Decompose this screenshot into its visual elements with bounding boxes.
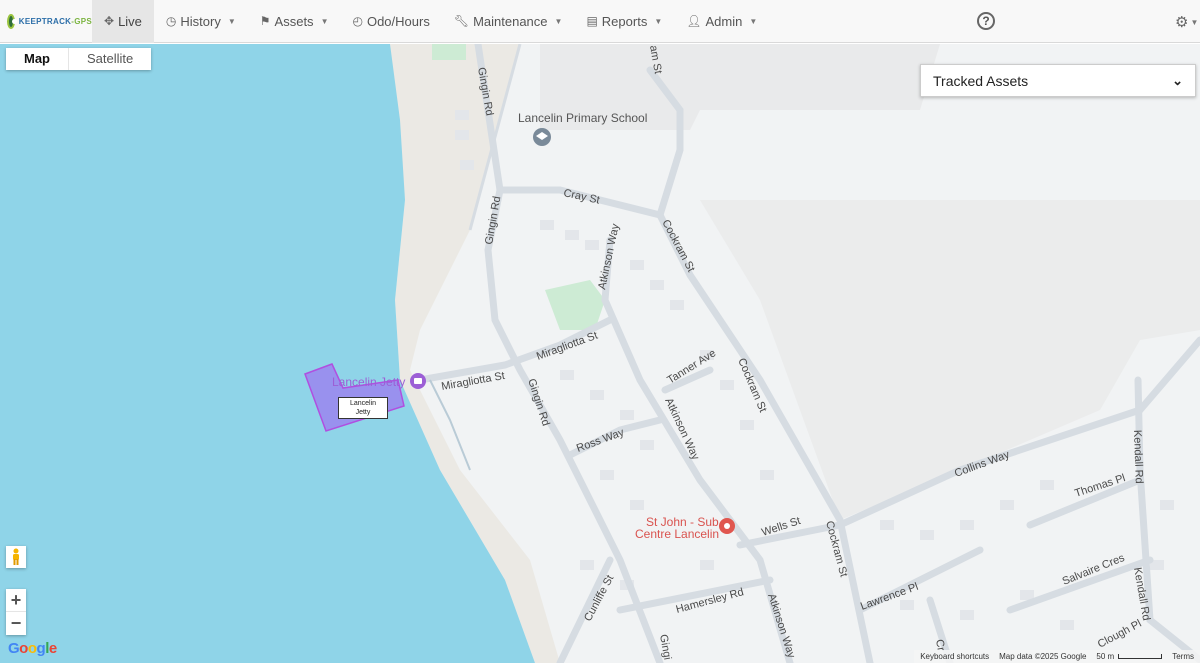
label-gingin-rd-2: Gingin Rd — [483, 195, 503, 245]
nav-live-label: Live — [118, 13, 142, 29]
label-lancelin-jetty-poi: Lancelin Jetty — [332, 375, 405, 389]
label-school: Lancelin Primary School — [518, 111, 647, 125]
label-gingin-rd-3: Gingin Rd — [525, 377, 552, 427]
map-type-satellite-button[interactable]: Satellite — [69, 48, 151, 70]
brand-name: KEEPTRACK — [18, 16, 72, 26]
park — [432, 44, 466, 60]
flag-icon: ⚑ — [259, 14, 271, 28]
caret-down-icon: ▼ — [554, 16, 563, 26]
geofence-label-line2: Jetty — [355, 409, 371, 416]
label-atkinson-way-1: Atkinson Way — [596, 222, 622, 290]
nav-reports[interactable]: ▤ Reports ▼ — [574, 0, 674, 43]
geofence-label[interactable]: Lancelin Jetty — [338, 397, 388, 419]
caret-down-icon: ▼ — [227, 16, 236, 26]
chevron-down-icon: ⌄ — [1172, 72, 1183, 88]
nav-assets-label: Assets — [274, 13, 314, 29]
caret-down-icon: ▼ — [654, 16, 663, 26]
terms-link[interactable]: Terms — [1172, 652, 1194, 661]
label-cray-st: Cray St — [562, 187, 600, 206]
move-arrows-icon: ✥ — [104, 14, 115, 28]
label-atkinson-way-3: Atkinson Way — [765, 592, 797, 660]
clock-icon: ◷ — [165, 14, 177, 28]
gear-icon: ⚙ — [1175, 14, 1189, 31]
label-kendall-rd-1: Kendall Rd — [1131, 430, 1145, 484]
nav-assets[interactable]: ⚑ Assets ▼ — [248, 0, 341, 43]
nav-odo-label: Odo/Hours — [366, 13, 430, 29]
caret-down-icon: ▼ — [320, 16, 329, 26]
nav-maintenance-label: Maintenance — [473, 13, 548, 29]
help-icon[interactable]: ? — [977, 12, 995, 30]
scale-bar — [1118, 654, 1163, 660]
report-icon: ▤ — [586, 14, 598, 28]
map-layer: Lancelin Primary School Cray St Gingin R… — [0, 44, 1200, 663]
zoom-out-button[interactable]: − — [6, 612, 26, 635]
top-navbar: KEEPTRACK-GPS ✥ Live ◷ History ▼ ⚑ Asset… — [0, 0, 1200, 43]
caret-down-icon: ▼ — [1190, 17, 1199, 27]
tracked-assets-label: Tracked Assets — [933, 72, 1029, 89]
brand-logo[interactable]: KEEPTRACK-GPS — [0, 0, 92, 43]
label-ross-way: Ross Way — [575, 426, 626, 454]
nav-admin[interactable]: 👤︎ Admin ▼ — [674, 0, 769, 43]
nav-history[interactable]: ◷ History ▼ — [154, 0, 248, 43]
scale-label: 50 m — [1096, 652, 1115, 661]
google-logo[interactable]: Google — [8, 640, 57, 657]
label-miragliotta-st-1: Miragliotta St — [535, 330, 599, 363]
scale-indicator[interactable]: 50 m — [1096, 652, 1163, 661]
label-st-john-2: Centre Lancelin — [635, 527, 719, 541]
wrench-icon: 🔧︎ — [453, 14, 470, 28]
nav-reports-label: Reports — [601, 13, 648, 29]
geofence-label-line1: Lancelin — [349, 400, 377, 407]
map-type-map-button[interactable]: Map — [6, 48, 69, 70]
gauge-icon: ◴ — [352, 14, 363, 28]
map-canvas[interactable]: Lancelin Primary School Cray St Gingin R… — [0, 44, 1200, 663]
label-cockram-st-1: Cockram St — [659, 218, 697, 274]
label-clough-pl: Clough Pl — [1096, 618, 1144, 651]
map-type-control: Map Satellite — [6, 48, 152, 70]
user-icon: 👤︎ — [686, 14, 702, 28]
keyboard-shortcuts-link[interactable]: Keyboard shortcuts — [920, 652, 989, 661]
nav-odo-hours[interactable]: ◴ Odo/Hours — [340, 0, 441, 43]
settings-menu[interactable]: ⚙ ▼ — [1175, 13, 1198, 31]
tracked-assets-dropdown[interactable]: Tracked Assets ⌄ — [920, 64, 1196, 97]
brand-suffix: -GPS — [71, 16, 92, 26]
nav-history-label: History — [180, 13, 221, 29]
map-data-attribution: Map data ©2025 Google — [999, 652, 1087, 661]
zoom-control: + − — [6, 589, 26, 635]
brand-badge-icon — [7, 13, 17, 29]
nav-admin-label: Admin — [705, 13, 743, 29]
map-footer: Keyboard shortcuts Map data ©2025 Google… — [914, 650, 1200, 663]
nav-maintenance[interactable]: 🔧︎ Maintenance ▼ — [442, 0, 575, 43]
zoom-in-button[interactable]: + — [6, 589, 26, 612]
caret-down-icon: ▼ — [749, 16, 758, 26]
street-view-pegman-icon[interactable] — [6, 546, 26, 568]
nav-live[interactable]: ✥ Live — [92, 0, 154, 43]
